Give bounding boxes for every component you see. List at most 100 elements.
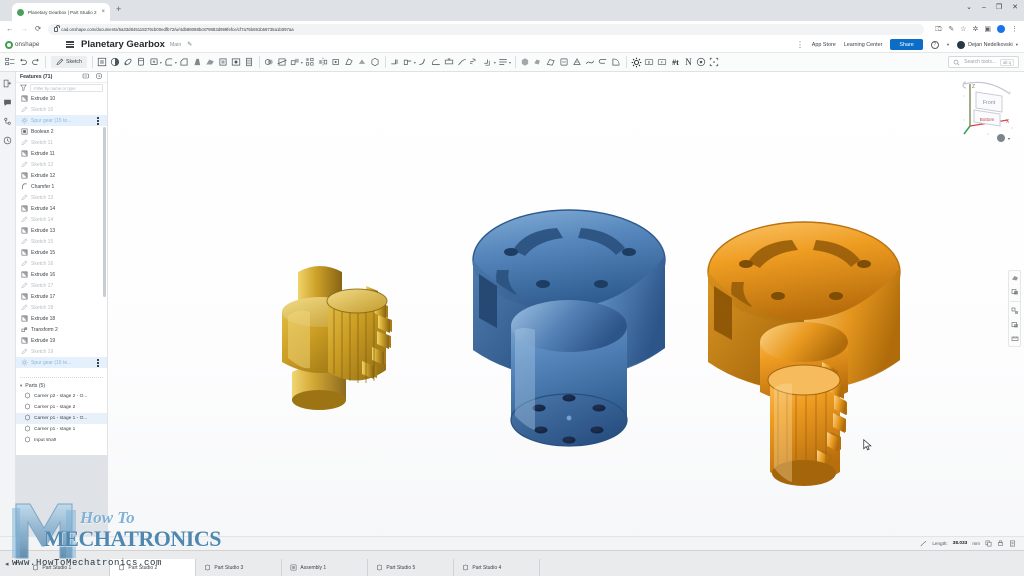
enclose-icon[interactable] <box>369 56 382 69</box>
part-row[interactable]: Input shaft <box>16 435 107 446</box>
rollback-handle[interactable] <box>97 359 99 366</box>
feature-row[interactable]: Transform 2 <box>16 324 107 335</box>
feature-row[interactable]: Sketch 12 <box>16 159 107 170</box>
view-cube[interactable]: Z X Front Bottom <box>958 76 1016 138</box>
learning-center-link[interactable]: Learning Center <box>844 42 883 48</box>
feature-filter-input[interactable]: Filter by name or type <box>30 84 103 92</box>
revolve-icon[interactable] <box>122 56 135 69</box>
mesh-icon[interactable] <box>571 56 584 69</box>
pencil-icon[interactable]: ✎ <box>187 41 192 48</box>
part-row[interactable]: Carrier p1 - stage 2 <box>16 402 107 413</box>
mirror-icon[interactable] <box>317 56 330 69</box>
transform-app-icon[interactable]: ⋮ <box>796 41 804 49</box>
sidebar-icon[interactable]: ▣ <box>984 26 991 33</box>
feature-row[interactable]: Sketch 16 <box>16 258 107 269</box>
feature-row[interactable]: Extrude 17 <box>16 291 107 302</box>
user-menu[interactable]: Dejan Nedelkovski ▾ <box>957 41 1018 49</box>
feature-list[interactable]: Extrude 10Sketch 10Spur gear (15 to...Bo… <box>16 93 107 376</box>
wrap-icon[interactable] <box>597 56 610 69</box>
search-tools-input[interactable]: Search tools... alt q <box>948 56 1019 68</box>
boolean-icon[interactable] <box>263 56 276 69</box>
history-icon[interactable] <box>95 72 103 82</box>
feature-row[interactable]: Extrude 15 <box>16 247 107 258</box>
graphics-area[interactable]: Z X Front Bottom ▾ <box>108 72 1024 550</box>
comments-icon[interactable] <box>2 97 13 108</box>
curve-icon[interactable] <box>456 56 469 69</box>
part-icon[interactable] <box>519 56 532 69</box>
feature-row[interactable]: Chamfer 1 <box>16 181 107 192</box>
feature-row[interactable]: Spur gear (15 to... <box>16 115 107 126</box>
extrude-icon[interactable] <box>109 56 122 69</box>
derive-icon[interactable] <box>558 56 571 69</box>
units-icon[interactable] <box>1009 540 1016 547</box>
select-icon[interactable] <box>708 56 721 69</box>
bearing-icon[interactable]: B <box>643 56 656 69</box>
chevron-down-icon[interactable]: ▾ <box>20 383 22 389</box>
filter-icon[interactable] <box>20 84 27 93</box>
view-options-menu[interactable]: ▾ <box>997 134 1010 142</box>
thread-icon[interactable] <box>243 56 256 69</box>
feature-row[interactable]: Sketch 14 <box>16 214 107 225</box>
curve-pattern-icon[interactable] <box>584 56 597 69</box>
address-bar[interactable]: cad.onshape.com/documents/5a33d845118279… <box>48 24 924 35</box>
browser-tab[interactable]: Planetary Gearbox | Part Studio 2 × <box>12 3 110 21</box>
feature-row[interactable]: Extrude 16 <box>16 269 107 280</box>
more-menu-icon[interactable]: ⋮ <box>1011 26 1018 33</box>
new-tab-button[interactable]: + <box>116 5 121 14</box>
sweep-icon[interactable] <box>135 56 148 69</box>
rib-icon[interactable] <box>204 56 217 69</box>
delete-face-icon[interactable] <box>343 56 356 69</box>
draft-icon[interactable] <box>191 56 204 69</box>
app-store-link[interactable]: App Store <box>812 42 836 48</box>
edit-icon[interactable]: ✎ <box>948 26 954 33</box>
composite-part-icon[interactable] <box>532 56 545 69</box>
close-window-button[interactable]: ✕ <box>1012 4 1018 11</box>
onshape-logo[interactable]: onshape <box>0 41 62 49</box>
parts-list[interactable]: Carrier p2 - stage 2 - O...Carrier p1 - … <box>16 391 107 446</box>
hole-icon[interactable] <box>230 56 243 69</box>
gear-icon[interactable] <box>630 56 643 69</box>
imported-part-icon[interactable] <box>545 56 558 69</box>
close-icon[interactable]: × <box>101 9 105 15</box>
document-menu-icon[interactable] <box>66 41 74 47</box>
feature-row[interactable]: Extrude 11 <box>16 148 107 159</box>
feature-row[interactable]: Boolean 2 <box>16 126 107 137</box>
feature-list-icon[interactable] <box>3 56 16 69</box>
feature-row[interactable]: Sketch 15 <box>16 236 107 247</box>
model-3d-scene[interactable] <box>108 72 1024 550</box>
history-icon[interactable] <box>2 135 13 146</box>
previous-tab-icon[interactable]: ◂ <box>5 560 9 568</box>
tab-icon[interactable] <box>443 56 456 69</box>
add-panel-icon[interactable] <box>2 78 13 89</box>
feature-row[interactable]: Extrude 12 <box>16 170 107 181</box>
help-icon[interactable]: ? <box>931 41 939 49</box>
document-tab[interactable]: Part Studio 5 <box>368 559 454 576</box>
explode-icon[interactable] <box>1010 306 1020 316</box>
fastener-icon[interactable]: F <box>656 56 669 69</box>
sheet-metal-icon[interactable] <box>389 56 402 69</box>
feature-row[interactable]: Extrude 18 <box>16 313 107 324</box>
bookmark-star-icon[interactable]: ☆ <box>960 26 966 33</box>
display-state-icon[interactable] <box>1010 273 1020 283</box>
unbend-icon[interactable] <box>430 56 443 69</box>
feature-row[interactable]: Extrude 10 <box>16 93 107 104</box>
forward-icon[interactable]: → <box>21 25 29 33</box>
simulation-icon[interactable] <box>695 56 708 69</box>
chevron-down-icon[interactable]: ▾ <box>301 60 303 65</box>
render-icon[interactable] <box>1010 320 1020 330</box>
replace-face-icon[interactable] <box>356 56 369 69</box>
rollback-handle[interactable] <box>97 117 99 124</box>
view-options-icon[interactable] <box>997 134 1005 142</box>
shell-icon[interactable] <box>217 56 230 69</box>
document-tab[interactable]: Assembly 1 <box>282 559 368 576</box>
chevron-down-icon[interactable]: ▾ <box>160 60 162 65</box>
sketch-button[interactable]: Sketch <box>51 56 87 68</box>
part-row[interactable]: Carrier p2 - stage 2 - O... <box>16 391 107 402</box>
part-row[interactable]: Carrier p1 - stage 1 <box>16 424 107 435</box>
measure-icon[interactable] <box>1010 334 1020 344</box>
split-icon[interactable] <box>276 56 289 69</box>
minimize-button[interactable]: – <box>982 4 986 11</box>
chevron-down-icon[interactable]: ▾ <box>1008 136 1010 141</box>
reload-icon[interactable]: ⟳ <box>35 25 41 33</box>
rollback-icon[interactable] <box>82 72 90 82</box>
